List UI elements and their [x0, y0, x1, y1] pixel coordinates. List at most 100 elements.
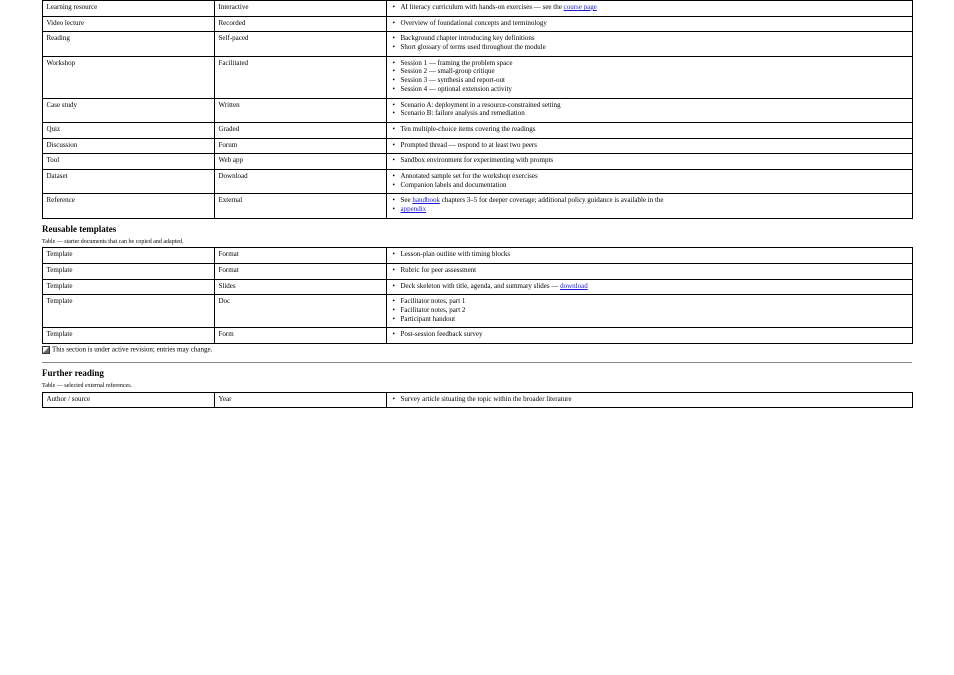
bullet-item: AI literacy curriculum with hands-on exe…	[391, 4, 908, 12]
col-2-cell: Web app	[214, 154, 386, 170]
bullet-text: Session 4 — optional extension activity	[401, 85, 512, 93]
table-row: DiscussionForum Prompted thread — respond…	[42, 138, 912, 154]
table-section-2: TemplateFormatLesson-plan outline with t…	[42, 247, 913, 344]
bullet-text: Session 1 — framing the problem space	[401, 59, 513, 67]
bullet-text: Participant handout	[401, 315, 456, 323]
col-1-cell: Case study	[42, 98, 214, 122]
col-2-cell: Doc	[214, 295, 386, 328]
col-3-cell: Rubric for peer assessment	[386, 263, 912, 279]
bullet-item: Session 4 — optional extension activity	[391, 86, 908, 94]
col-3-cell: AI literacy curriculum with hands-on exe…	[386, 1, 912, 17]
table-row: TemplateFormatRubric for peer assessment	[42, 263, 912, 279]
bullet-item: Survey article situating the topic withi…	[391, 396, 908, 404]
col-3-cell: Overview of foundational concepts and te…	[386, 16, 912, 32]
table-row: Author / sourceYearSurvey article situat…	[42, 392, 912, 408]
bullet-text: Prompted thread — respond to at least tw…	[401, 141, 537, 149]
bullet-item: Overview of foundational concepts and te…	[391, 20, 908, 28]
col-3-cell: Post-session feedback survey	[386, 328, 912, 344]
bullet-text: Annotated sample set for the workshop ex…	[401, 172, 538, 180]
table-row: TemplateDoc Facilitator notes, part 1Faci…	[42, 295, 912, 328]
col-1-cell: Template	[42, 279, 214, 295]
col-1-cell: Video lecture	[42, 16, 214, 32]
section-3-title: Further reading	[42, 369, 912, 379]
bullet-text: Lesson-plan outline with timing blocks	[401, 250, 511, 258]
table-section-3: Author / sourceYearSurvey article situat…	[42, 392, 913, 409]
bullet-text: Facilitator notes, part 1	[401, 297, 466, 305]
bullet-item: See handbook chapters 3–5 for deeper cov…	[391, 197, 908, 205]
col-2-cell: Forum	[214, 138, 386, 154]
col-2-cell: Form	[214, 328, 386, 344]
bullet-item: Sandbox environment for experimenting wi…	[391, 157, 908, 165]
bullet-item: Facilitator notes, part 2	[391, 307, 908, 315]
bullet-item: Companion labels and documentation	[391, 182, 908, 190]
col-1-cell: Quiz	[42, 122, 214, 138]
col-2-cell: External	[214, 194, 386, 218]
bullet-item: Scenario A: deployment in a resource-con…	[391, 102, 908, 110]
col-2-cell: Format	[214, 248, 386, 264]
bullet-text: chapters 3–5 for deeper coverage; additi…	[440, 196, 664, 204]
inline-link[interactable]: course page	[564, 3, 597, 11]
col-3-cell: Prompted thread — respond to at least tw…	[386, 138, 912, 154]
bullet-item: Prompted thread — respond to at least tw…	[391, 142, 908, 150]
bullet-text: Ten multiple-choice items covering the r…	[401, 125, 536, 133]
bullet-text: Background chapter introducing key defin…	[401, 34, 535, 42]
divider	[42, 362, 912, 363]
table-row: TemplateSlides Deck skeleton with title, …	[42, 279, 912, 295]
bullet-item: Session 1 — framing the problem space	[391, 60, 908, 68]
bullet-item: Session 2 — small-group critique	[391, 68, 908, 76]
bullet-text: Scenario B: failure analysis and remedia…	[401, 109, 525, 117]
bullet-text: Sandbox environment for experimenting wi…	[401, 156, 554, 164]
col-1-cell: Template	[42, 295, 214, 328]
bullet-item: Short glossary of terms used throughout …	[391, 44, 908, 52]
table-row: Case studyWrittenScenario A: deployment …	[42, 98, 912, 122]
bullet-item: Session 3 — synthesis and report-out	[391, 77, 908, 85]
col-3-cell: See handbook chapters 3–5 for deeper cov…	[386, 194, 912, 218]
bullet-text: Facilitator notes, part 2	[401, 306, 466, 314]
bullet-item: Facilitator notes, part 1	[391, 298, 908, 306]
col-1-cell: Discussion	[42, 138, 214, 154]
col-3-cell: Lesson-plan outline with timing blocks	[386, 248, 912, 264]
table-row: TemplateFormat Lesson-plan outline with t…	[42, 248, 912, 264]
col-1-cell: Template	[42, 263, 214, 279]
inline-link[interactable]: handbook	[412, 196, 440, 204]
col-1-cell: Template	[42, 328, 214, 344]
bullet-item: Annotated sample set for the workshop ex…	[391, 173, 908, 181]
col-2-cell: Facilitated	[214, 56, 386, 98]
col-2-cell: Self-paced	[214, 32, 386, 56]
bullet-text: Session 2 — small-group critique	[401, 67, 495, 75]
bullet-text: Short glossary of terms used throughout …	[401, 43, 546, 51]
col-1-cell: Reference	[42, 194, 214, 218]
col-3-cell: Sandbox environment for experimenting wi…	[386, 154, 912, 170]
table-row: Learning resourceInteractiveAI literacy …	[42, 1, 912, 17]
bullet-item: appendix	[391, 206, 908, 214]
edit-icon	[42, 346, 50, 354]
bullet-item: Ten multiple-choice items covering the r…	[391, 126, 908, 134]
inline-link[interactable]: download	[560, 282, 588, 290]
col-3-cell: Annotated sample set for the workshop ex…	[386, 169, 912, 193]
bullet-text: See	[401, 196, 413, 204]
bullet-item: Post-session feedback survey	[391, 331, 908, 339]
bullet-text: Post-session feedback survey	[401, 330, 483, 338]
col-3-cell: Deck skeleton with title, agenda, and su…	[386, 279, 912, 295]
col-2-cell: Year	[214, 392, 386, 408]
bullet-text: Scenario A: deployment in a resource-con…	[401, 101, 561, 109]
table-row: QuizGraded Ten multiple-choice items cove…	[42, 122, 912, 138]
col-2-cell: Download	[214, 169, 386, 193]
col-1-cell: Template	[42, 248, 214, 264]
col-3-cell: Background chapter introducing key defin…	[386, 32, 912, 56]
inline-link[interactable]: appendix	[401, 205, 427, 213]
col-3-cell: Survey article situating the topic withi…	[386, 392, 912, 408]
bullet-text: Deck skeleton with title, agenda, and su…	[401, 282, 561, 290]
table-row: Video lectureRecordedOverview of foundat…	[42, 16, 912, 32]
col-2-cell: Slides	[214, 279, 386, 295]
bullet-text: Companion labels and documentation	[401, 181, 507, 189]
table-row: ReferenceExternal See handbook chapters 3…	[42, 194, 912, 218]
table-row: ReadingSelf-pacedBackground chapter intr…	[42, 32, 912, 56]
col-3-cell: Scenario A: deployment in a resource-con…	[386, 98, 912, 122]
col-2-cell: Graded	[214, 122, 386, 138]
section-2-caption: Table — starter documents that can be co…	[42, 239, 912, 246]
bullet-text: AI literacy curriculum with hands-on exe…	[401, 3, 564, 11]
section-2-postnote: This section is under active revision; e…	[42, 346, 912, 354]
bullet-text: Survey article situating the topic withi…	[401, 395, 572, 403]
bullet-text: Rubric for peer assessment	[401, 266, 477, 274]
